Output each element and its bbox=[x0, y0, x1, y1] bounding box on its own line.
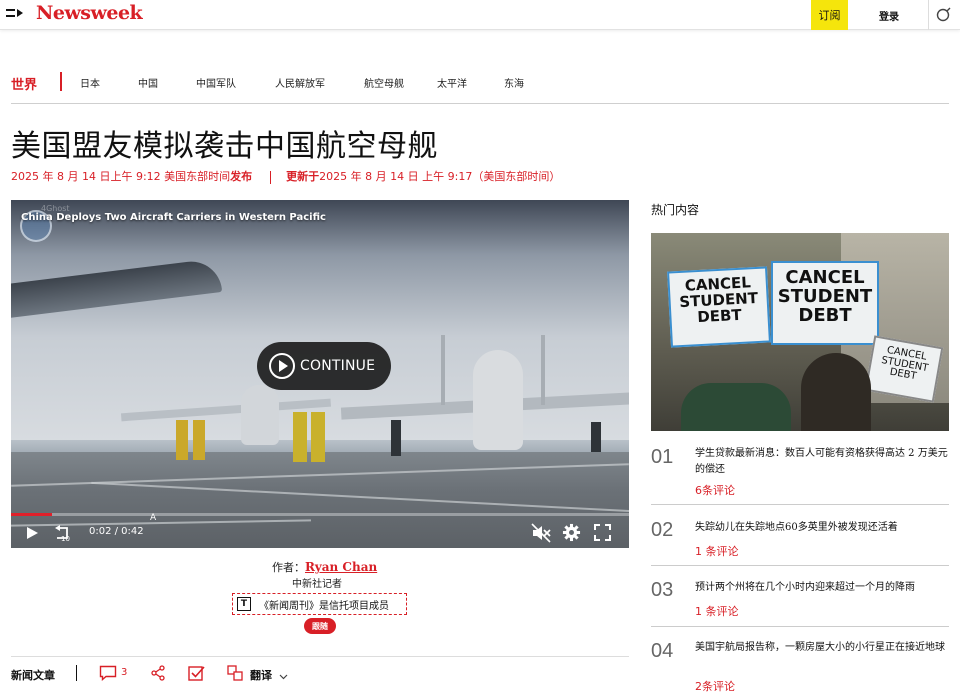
section-title-world[interactable]: 世界 bbox=[11, 74, 37, 93]
trending-item[interactable]: 04 美国宇航局报告称，一颗房屋大小的小行星正在接近地球 2条评论 bbox=[651, 640, 949, 693]
video-title: China Deploys Two Aircraft Carriers in W… bbox=[21, 212, 326, 223]
trending-comments[interactable]: 1 条评论 bbox=[695, 603, 739, 619]
section-nav: 世界 日本 中国 中国军队 人民解放军 航空母舰 太平洋 东海 bbox=[11, 70, 949, 104]
article-headline: 美国盟友模拟袭击中国航空母舰 bbox=[11, 129, 438, 164]
trending-headline: 学生贷款最新消息：数百人可能有资格获得高达 2 万美元的偿还 bbox=[695, 448, 948, 475]
trending-headline: 预计两个州将在几个小时内迎来超过一个月的降雨 bbox=[695, 582, 915, 593]
play-circle-icon bbox=[269, 353, 295, 379]
trending-item[interactable]: 03 预计两个州将在几个小时内迎来超过一个月的降雨 1 条评论 bbox=[651, 579, 949, 623]
article-type-label: 新闻文章 bbox=[11, 669, 55, 682]
trust-project-text: 《新闻周刊》是信托项目成员 bbox=[259, 600, 389, 612]
trending-comments[interactable]: 1 条评论 bbox=[695, 543, 739, 559]
topic-link-pacific[interactable]: 太平洋 bbox=[437, 75, 504, 90]
trending-number: 01 bbox=[651, 446, 674, 468]
trending-item[interactable]: 02 失踪幼儿在失踪地点60多英里外被发现还活着 1 条评论 bbox=[651, 519, 949, 563]
topic-link-aircraft-carrier[interactable]: 航空母舰 bbox=[364, 75, 437, 90]
translate-dropdown[interactable]: 翻译 bbox=[250, 667, 288, 683]
protest-sign-center: CANCEL STUDENT DEBT bbox=[771, 261, 879, 345]
subscribe-button[interactable]: 订阅 bbox=[811, 0, 848, 30]
protest-sign-right: CANCEL STUDENT DEBT bbox=[864, 335, 944, 403]
toolbar-separator bbox=[76, 665, 77, 681]
rewind-seconds: 10 bbox=[61, 535, 70, 543]
settings-gear-icon[interactable] bbox=[562, 523, 581, 542]
muted-volume-icon[interactable] bbox=[531, 523, 551, 543]
trending-item[interactable]: 01 学生贷款最新消息：数百人可能有资格获得高达 2 万美元的偿还 6条评论 bbox=[651, 446, 949, 502]
trending-image[interactable]: CANCEL STUDENT DEBT CANCEL STUDENT DEBT … bbox=[651, 233, 949, 431]
newsweek-logo[interactable]: Newsweek bbox=[36, 2, 143, 24]
section-separator bbox=[60, 72, 62, 91]
video-player[interactable]: 4Ghost China Deploys Two Aircraft Carrie… bbox=[11, 200, 629, 548]
continue-button[interactable]: CONTINUE bbox=[257, 342, 391, 390]
share-icon[interactable] bbox=[150, 665, 166, 681]
save-checkbox-icon[interactable] bbox=[188, 665, 206, 681]
continue-label: CONTINUE bbox=[300, 358, 376, 374]
trending-headline: 失踪幼儿在失踪地点60多英里外被发现还活着 bbox=[695, 522, 898, 533]
top-bar: Newsweek 订阅 登录 bbox=[0, 0, 960, 30]
trending-headline: 美国宇航局报告称，一颗房屋大小的小行星正在接近地球 bbox=[695, 642, 945, 653]
chevron-down-icon bbox=[279, 674, 288, 679]
author-role: 中新社记者 bbox=[292, 579, 342, 590]
trending-title: 热门内容 bbox=[651, 203, 700, 217]
topic-link-chinese-military[interactable]: 中国军队 bbox=[196, 75, 275, 90]
follow-button[interactable]: 跟随 bbox=[304, 618, 336, 634]
comments-icon[interactable] bbox=[99, 665, 117, 681]
author-name-link[interactable]: Ryan Chan bbox=[305, 560, 377, 574]
video-progress-bar[interactable] bbox=[11, 513, 629, 516]
search-icon[interactable] bbox=[935, 6, 953, 24]
header-divider bbox=[928, 0, 929, 30]
article-toolbar: 新闻文章 3 翻译 bbox=[11, 656, 629, 693]
protest-sign-left: CANCEL STUDENT DEBT bbox=[667, 266, 771, 348]
trending-number: 04 bbox=[651, 640, 674, 662]
login-button[interactable]: 登录 bbox=[868, 0, 910, 30]
trending-comments[interactable]: 2条评论 bbox=[695, 678, 735, 693]
trust-project-notice[interactable]: T 《新闻周刊》是信托项目成员 bbox=[232, 593, 407, 615]
dateline: 2025 年 8 月 14 日上午 9:12 美国东部时间发布 更新于2025 … bbox=[11, 168, 560, 184]
topic-link-pla[interactable]: 人民解放军 bbox=[275, 75, 364, 90]
cursor-marker: A bbox=[150, 513, 157, 523]
topic-link-japan[interactable]: 日本 bbox=[80, 75, 138, 90]
updated-prefix: 更新于 bbox=[286, 170, 320, 183]
trust-project-icon: T bbox=[237, 597, 251, 611]
topic-links: 日本 中国 中国军队 人民解放军 航空母舰 太平洋 东海 bbox=[80, 75, 544, 90]
fullscreen-icon[interactable] bbox=[594, 524, 611, 541]
updated-date: 2025 年 8 月 14 日 上午 9:17（美国东部时间） bbox=[319, 170, 561, 183]
trending-number: 03 bbox=[651, 579, 674, 601]
author-prefix: 作者： bbox=[272, 561, 305, 574]
trending-comments[interactable]: 6条评论 bbox=[695, 482, 735, 498]
play-icon[interactable] bbox=[25, 526, 39, 540]
author-line: 作者：Ryan Chan bbox=[272, 559, 377, 575]
published-suffix: 发布 bbox=[230, 170, 253, 183]
translate-icon[interactable] bbox=[227, 665, 243, 681]
rewind-10-icon[interactable]: 10 bbox=[53, 523, 73, 543]
menu-icon[interactable] bbox=[6, 7, 24, 23]
published-date: 2025 年 8 月 14 日上午 9:12 美国东部时间 bbox=[11, 170, 231, 183]
topic-link-china[interactable]: 中国 bbox=[138, 75, 196, 90]
topic-link-east-china-sea[interactable]: 东海 bbox=[504, 75, 544, 90]
video-progress-fill bbox=[11, 513, 52, 516]
trending-number: 02 bbox=[651, 519, 674, 541]
video-time: 0:02 / 0:42 bbox=[89, 526, 144, 537]
comment-count[interactable]: 3 bbox=[121, 667, 127, 678]
translate-label: 翻译 bbox=[250, 669, 272, 682]
